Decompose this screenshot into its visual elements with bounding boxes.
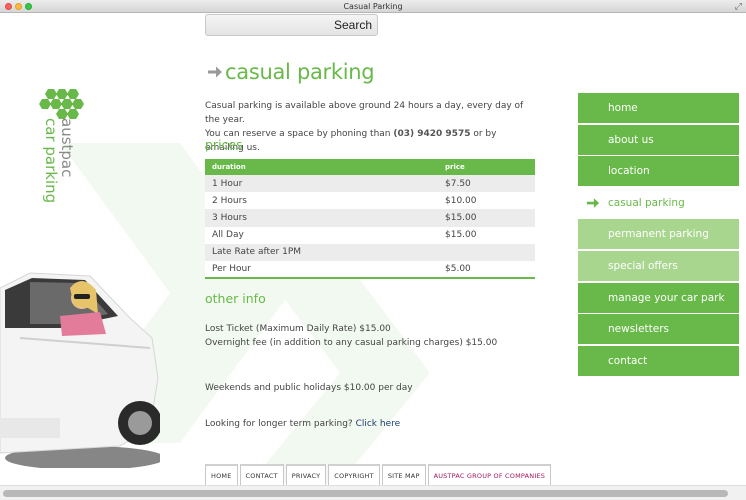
prices-table: duration price 1 Hour $7.50 2 Hours $10.… <box>205 159 535 280</box>
duration-cell: Late Rate after 1PM <box>205 243 438 261</box>
prices-heading: prices <box>205 137 243 152</box>
austpac-wordmark: austpac car parking <box>42 118 76 203</box>
table-row: 3 Hours $15.00 <box>205 209 535 227</box>
search-input[interactable] <box>208 17 328 33</box>
price-cell <box>438 243 535 261</box>
footer-nav: HOME CONTACT PRIVACY COPYRIGHT SITE MAP … <box>205 464 553 485</box>
nav-item-label: about us <box>608 133 654 146</box>
nav-item-label: special offers <box>608 259 678 272</box>
arrow-right-icon <box>586 197 600 208</box>
prices-table-header: duration price <box>205 159 535 175</box>
nav-item-label: casual parking <box>608 196 685 209</box>
intro-line-1: Casual parking is available above ground… <box>205 101 524 125</box>
search-box: Search <box>205 14 378 36</box>
weekends-text: Weekends and public holidays $10.00 per … <box>205 383 413 393</box>
footer-link-site-map[interactable]: SITE MAP <box>381 464 426 485</box>
nav-item-location[interactable]: location <box>578 156 739 187</box>
duration-cell: 1 Hour <box>205 175 438 193</box>
nav-item-label: manage your car park <box>608 291 725 304</box>
price-cell: $7.50 <box>438 175 535 193</box>
scrollbar-thumb[interactable] <box>3 490 728 497</box>
price-cell: $15.00 <box>438 226 535 244</box>
maximize-window-icon[interactable] <box>25 3 32 10</box>
lost-ticket-text: Lost Ticket (Maximum Daily Rate) $15.00 <box>205 324 391 334</box>
minimize-window-icon[interactable] <box>15 3 22 10</box>
nav-item-label: contact <box>608 354 648 367</box>
logo-line2: car parking <box>42 118 60 203</box>
close-window-icon[interactable] <box>5 3 12 10</box>
duration-cell: 2 Hours <box>205 192 438 210</box>
phone-number: (03) 9420 9575 <box>393 129 471 139</box>
other-info-heading: other info <box>205 291 266 306</box>
nav-item-label: location <box>608 165 650 178</box>
footer-link-austpac-group[interactable]: AUSTPAC GROUP OF COMPANIES <box>427 464 552 485</box>
nav-item-about-us[interactable]: about us <box>578 124 739 155</box>
duration-header: duration <box>205 159 438 175</box>
price-cell: $10.00 <box>438 192 535 210</box>
nav-item-contact[interactable]: contact <box>578 345 739 376</box>
nav-item-newsletters[interactable]: newsletters <box>578 314 739 345</box>
nav-item-label: newsletters <box>608 323 670 336</box>
nav-item-casual-parking[interactable]: casual parking <box>578 187 739 218</box>
table-row: Late Rate after 1PM <box>205 243 535 261</box>
window-titlebar: Casual Parking ⤢ <box>0 0 746 13</box>
search-button[interactable]: Search <box>334 18 372 32</box>
duration-cell: Per Hour <box>205 260 438 280</box>
arrow-right-icon <box>208 66 222 78</box>
footer-link-copyright[interactable]: COPYRIGHT <box>328 464 380 485</box>
nav-item-permanent-parking[interactable]: permanent parking <box>578 219 739 250</box>
table-row: 2 Hours $10.00 <box>205 192 535 210</box>
longer-term-text: Looking for longer term parking? Click h… <box>205 419 400 429</box>
nav-item-special-offers[interactable]: special offers <box>578 250 739 281</box>
footer-link-contact[interactable]: CONTACT <box>239 464 284 485</box>
car-photo <box>0 272 160 468</box>
intro-text: Casual parking is available above ground… <box>205 99 535 155</box>
overnight-fee-text: Overnight fee (in addition to any casual… <box>205 338 498 348</box>
table-row: 1 Hour $7.50 <box>205 175 535 193</box>
click-here-link[interactable]: Click here <box>356 419 401 429</box>
price-header: price <box>438 159 535 175</box>
footer-link-privacy[interactable]: PRIVACY <box>285 464 327 485</box>
intro-line-2: You can reserve a space by phoning than … <box>205 127 535 155</box>
price-cell: $5.00 <box>438 260 535 280</box>
duration-cell: All Day <box>205 226 438 244</box>
main-nav: home about us location casual parking pe… <box>578 93 739 377</box>
longer-term-prompt: Looking for longer term parking? <box>205 419 356 429</box>
footer-link-home[interactable]: HOME <box>205 464 238 485</box>
table-row: All Day $15.00 <box>205 226 535 244</box>
page-heading: casual parking <box>207 60 375 84</box>
horizontal-scrollbar[interactable] <box>0 485 746 500</box>
window-title: Casual Parking <box>343 2 403 11</box>
nav-item-home[interactable]: home <box>578 93 739 123</box>
nav-item-manage-car-park[interactable]: manage your car park <box>578 282 739 313</box>
duration-cell: 3 Hours <box>205 209 438 227</box>
price-cell: $15.00 <box>438 209 535 227</box>
nav-item-label: permanent parking <box>608 228 709 241</box>
nav-item-label: home <box>608 102 638 114</box>
page-title: casual parking <box>225 60 375 84</box>
table-row: Per Hour $5.00 <box>205 260 535 280</box>
page: Search austpac car parking casual parkin… <box>0 13 746 500</box>
